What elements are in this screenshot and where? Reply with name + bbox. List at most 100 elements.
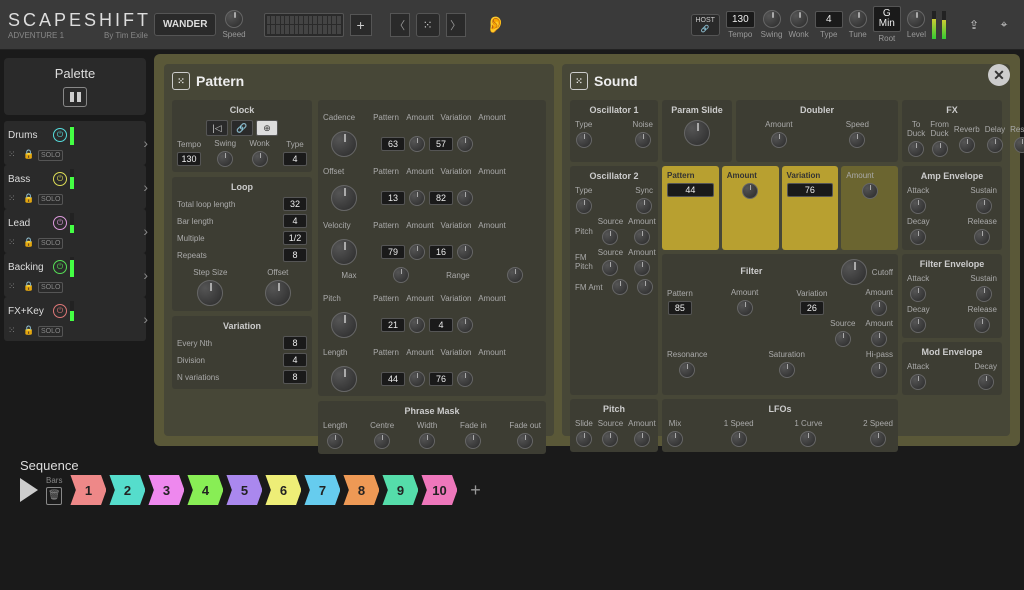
filter-var[interactable]: 26: [800, 301, 824, 315]
amp-release-knob[interactable]: [974, 229, 990, 245]
osc2-pitch-src-knob[interactable]: [602, 229, 618, 245]
track-lead[interactable]: Lead⏻⁙🔒SOLO›: [4, 209, 146, 253]
range-knob[interactable]: [507, 267, 523, 283]
solo-button[interactable]: SOLO: [38, 150, 63, 161]
dice-button[interactable]: ⁙: [416, 13, 440, 37]
loop-total-length[interactable]: 32: [283, 197, 307, 211]
pattern-dice-icon[interactable]: ⁙: [172, 72, 190, 90]
phrase-fadein-knob[interactable]: [465, 433, 481, 449]
type-value[interactable]: 4: [815, 11, 843, 28]
vamt-5[interactable]: [457, 371, 473, 387]
param-slide-knob[interactable]: [684, 120, 710, 146]
filter-pattern[interactable]: 85: [668, 301, 692, 315]
vamt-3[interactable]: [457, 244, 473, 260]
expand-icon[interactable]: ›: [143, 179, 148, 195]
lfo-speed2-knob[interactable]: [870, 431, 886, 447]
power-button[interactable]: ⏻: [53, 128, 67, 142]
play-button[interactable]: [20, 478, 38, 502]
track-backing[interactable]: Backing⏻⁙🔒SOLO›: [4, 253, 146, 297]
doubler-amount-knob[interactable]: [771, 132, 787, 148]
track-drums[interactable]: Drums⏻⁙🔒SOLO›: [4, 121, 146, 165]
loop-bar-length[interactable]: 4: [283, 214, 307, 228]
var-every-nth[interactable]: 8: [283, 336, 307, 350]
export-icon[interactable]: ⇪: [962, 13, 986, 37]
seq-step-1[interactable]: 1: [70, 475, 106, 505]
phrase-width-knob[interactable]: [419, 433, 435, 449]
pat-4[interactable]: 21: [381, 318, 405, 332]
var-3[interactable]: 16: [429, 245, 453, 259]
dice-icon[interactable]: ⁙: [8, 325, 20, 337]
ear-icon[interactable]: 👂: [484, 13, 508, 37]
track-bass[interactable]: Bass⏻⁙🔒SOLO›: [4, 165, 146, 209]
amt-5[interactable]: [409, 371, 425, 387]
pitch-src-knob[interactable]: [602, 431, 618, 447]
lfo-mix-knob[interactable]: [667, 431, 683, 447]
amt-3[interactable]: [409, 244, 425, 260]
osc2-pitch-amt-knob[interactable]: [634, 229, 650, 245]
seq-step-4[interactable]: 4: [187, 475, 223, 505]
seq-step-10[interactable]: 10: [421, 475, 457, 505]
close-button[interactable]: ✕: [988, 64, 1010, 86]
lock-icon[interactable]: 🔒: [23, 281, 35, 293]
seq-step-3[interactable]: 3: [148, 475, 184, 505]
osc1-noise-knob[interactable]: [635, 132, 651, 148]
expand-icon[interactable]: ›: [143, 223, 148, 239]
dice-icon[interactable]: ⁙: [8, 193, 20, 205]
fx-reson-knob[interactable]: [1014, 137, 1024, 153]
expand-icon[interactable]: ›: [143, 311, 148, 327]
tempo-value[interactable]: 130: [726, 11, 755, 28]
phrase-centre-knob[interactable]: [374, 433, 390, 449]
solo-button[interactable]: SOLO: [38, 238, 63, 249]
var-n-variations[interactable]: 8: [283, 370, 307, 384]
filter-res-knob[interactable]: [679, 362, 695, 378]
lock-icon[interactable]: 🔒: [23, 237, 35, 249]
clock-type[interactable]: 4: [283, 152, 307, 166]
solo-button[interactable]: SOLO: [38, 194, 63, 205]
filter-sat-knob[interactable]: [779, 362, 795, 378]
filter-hp-knob[interactable]: [871, 362, 887, 378]
length-knob[interactable]: [331, 366, 357, 392]
velocity-knob[interactable]: [331, 239, 357, 265]
vamt-2[interactable]: [457, 190, 473, 206]
seq-step-2[interactable]: 2: [109, 475, 145, 505]
wander-button[interactable]: WANDER: [154, 13, 216, 36]
var-1[interactable]: 57: [429, 137, 453, 151]
seq-step-8[interactable]: 8: [343, 475, 379, 505]
clock-wonk-knob[interactable]: [252, 151, 268, 167]
hl-pattern-val[interactable]: 44: [667, 183, 714, 197]
step-grid[interactable]: [264, 13, 344, 37]
fenv-attack-knob[interactable]: [910, 286, 926, 302]
power-button[interactable]: ⏻: [53, 172, 67, 186]
power-button[interactable]: ⏻: [53, 260, 67, 274]
vamt-4[interactable]: [457, 317, 473, 333]
clock-tempo[interactable]: 130: [177, 152, 201, 166]
pitch-slide-knob[interactable]: [576, 431, 592, 447]
wonk-knob[interactable]: [790, 10, 808, 28]
filter-src-knob[interactable]: [835, 331, 851, 347]
fenv-sustain-knob[interactable]: [976, 286, 992, 302]
add-step-button[interactable]: +: [350, 14, 372, 36]
expand-icon[interactable]: ›: [143, 267, 148, 283]
dice-icon[interactable]: ⁙: [8, 237, 20, 249]
amt-2[interactable]: [409, 190, 425, 206]
var-4[interactable]: 4: [429, 318, 453, 332]
lock-icon[interactable]: 🔒: [23, 325, 35, 337]
amp-sustain-knob[interactable]: [976, 198, 992, 214]
lfo-curve1-knob[interactable]: [800, 431, 816, 447]
solo-button[interactable]: SOLO: [38, 326, 63, 337]
filter-amount-knob[interactable]: [737, 300, 753, 316]
clock-swing-knob[interactable]: [217, 151, 233, 167]
tune-knob[interactable]: [849, 10, 867, 28]
fx-reverb-knob[interactable]: [959, 137, 975, 153]
hl-amount2-knob[interactable]: [862, 183, 878, 199]
lock-icon[interactable]: 🔒: [23, 149, 35, 161]
hl-amount-knob[interactable]: [742, 183, 758, 199]
seq-step-6[interactable]: 6: [265, 475, 301, 505]
clock-reset-button[interactable]: |◁: [206, 120, 228, 136]
dice-icon[interactable]: ⁙: [8, 149, 20, 161]
delete-button[interactable]: 🗑: [46, 487, 62, 505]
lfo-speed1-knob[interactable]: [731, 431, 747, 447]
seq-step-9[interactable]: 9: [382, 475, 418, 505]
pat-5[interactable]: 44: [381, 372, 405, 386]
osc2-sync-knob[interactable]: [636, 198, 652, 214]
